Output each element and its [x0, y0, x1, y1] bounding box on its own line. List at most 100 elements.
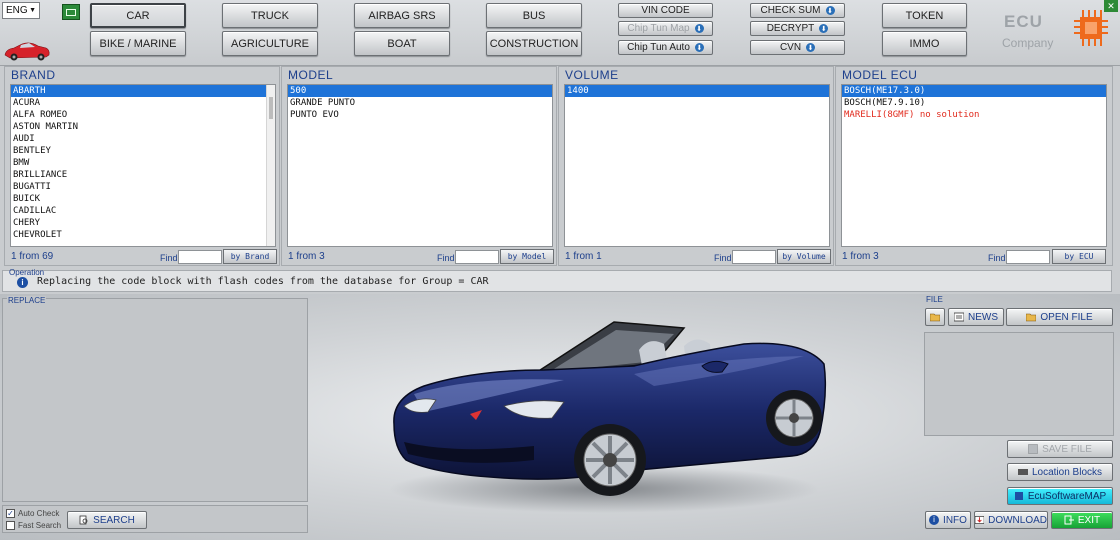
language-select[interactable]: ENG ▼: [2, 2, 40, 19]
model-find-label: Find: [437, 253, 455, 263]
chip-tun-auto-button[interactable]: Chip Tun Auto ⬇: [618, 40, 713, 55]
location-blocks-button[interactable]: Location Blocks: [1007, 463, 1113, 481]
model-panel-title: MODEL: [288, 68, 334, 82]
chevron-down-icon: ▼: [29, 7, 36, 14]
save-file-button[interactable]: SAVE FILE: [1007, 440, 1113, 458]
search-options: ✓ Auto Check Fast Search SEARCH: [2, 505, 308, 533]
category-agriculture-label: AGRICULTURE: [230, 37, 310, 50]
download-icon: [975, 515, 985, 525]
category-airbag-button[interactable]: AIRBAG SRS: [354, 3, 450, 28]
volume-count: 1 from 1: [565, 251, 602, 262]
auto-check-label: Auto Check: [18, 509, 60, 518]
news-button[interactable]: NEWS: [948, 308, 1004, 326]
download-label: DOWNLOAD: [988, 514, 1047, 526]
list-item[interactable]: BUGATTI: [11, 181, 275, 193]
volume-panel-title: VOLUME: [565, 68, 619, 82]
category-construction-button[interactable]: CONSTRUCTION: [486, 31, 582, 56]
operation-bar: Operation i Replacing the code block wit…: [2, 268, 1112, 292]
brand-panel-title: BRAND: [11, 68, 56, 82]
immo-button[interactable]: IMMO: [882, 31, 967, 56]
list-item[interactable]: MARELLI(8GMF) no solution: [842, 109, 1106, 121]
category-bike-marine-button[interactable]: BIKE / MARINE: [90, 31, 186, 56]
info-button[interactable]: i INFO: [925, 511, 971, 529]
volume-list[interactable]: 1400: [564, 84, 830, 247]
find-by-ecu-label: by ECU: [1064, 252, 1094, 261]
download-arrow-icon: ⬇: [694, 24, 704, 33]
token-button[interactable]: TOKEN: [882, 3, 967, 28]
category-bus-button[interactable]: BUS: [486, 3, 582, 28]
ecu-find-input[interactable]: [1006, 250, 1050, 264]
folder-open-icon: [1026, 313, 1037, 322]
category-car-button[interactable]: CAR: [90, 3, 186, 28]
checkbox-empty: [6, 521, 15, 530]
decrypt-button[interactable]: DECRYPT ⬇: [750, 21, 845, 36]
list-item[interactable]: ABARTH: [11, 85, 275, 97]
ecu-list[interactable]: BOSCH(ME17.3.0) BOSCH(ME7.9.10) MARELLI(8G…: [841, 84, 1107, 247]
brand-list-scrollbar[interactable]: [266, 85, 275, 246]
checkmark-icon: ✓: [6, 509, 15, 518]
screen-icon[interactable]: [62, 4, 80, 20]
list-item[interactable]: BENTLEY: [11, 145, 275, 157]
folder-button[interactable]: [925, 308, 945, 326]
category-truck-button[interactable]: TRUCK: [222, 3, 318, 28]
list-item[interactable]: 1400: [565, 85, 829, 97]
list-item[interactable]: BMW: [11, 157, 275, 169]
search-doc-icon: [79, 515, 88, 525]
red-car-icon: [4, 42, 50, 61]
logo-line2: Company: [1002, 36, 1054, 50]
list-item[interactable]: ASTON MARTIN: [11, 121, 275, 133]
list-item[interactable]: BOSCH(ME17.3.0): [842, 85, 1106, 97]
category-boat-button[interactable]: BOAT: [354, 31, 450, 56]
category-airbag-label: AIRBAG SRS: [368, 9, 436, 22]
decrypt-label: DECRYPT: [766, 23, 815, 34]
list-item[interactable]: GRANDE PUNTO: [288, 97, 552, 109]
exit-icon: [1064, 515, 1074, 525]
list-item[interactable]: CADILLAC: [11, 205, 275, 217]
list-item[interactable]: BOSCH(ME7.9.10): [842, 97, 1106, 109]
file-info-box: [924, 332, 1114, 436]
list-item[interactable]: AUDI: [11, 133, 275, 145]
category-construction-label: CONSTRUCTION: [489, 37, 579, 50]
save-disk-icon: [1028, 444, 1038, 454]
find-by-volume-button[interactable]: by Volume: [777, 249, 831, 264]
ecu-company-logo: ECU Company: [1000, 2, 1115, 62]
list-item[interactable]: ACURA: [11, 97, 275, 109]
find-by-model-button[interactable]: by Model: [500, 249, 554, 264]
download-button[interactable]: DOWNLOAD: [974, 511, 1048, 529]
cvn-button[interactable]: CVN ⬇: [750, 40, 845, 55]
brand-list[interactable]: ABARTH ACURA ALFA ROMEO ASTON MARTIN AUDI BEN…: [10, 84, 276, 247]
volume-find-label: Find: [714, 253, 732, 263]
exit-button[interactable]: EXIT: [1051, 511, 1113, 529]
find-by-brand-button[interactable]: by Brand: [223, 249, 277, 264]
vin-code-button[interactable]: VIN CODE: [618, 3, 713, 18]
ecu-panel: MODEL ECU BOSCH(ME17.3.0) BOSCH(ME7.9.10)…: [835, 66, 1113, 266]
list-item[interactable]: BUICK: [11, 193, 275, 205]
auto-check-checkbox[interactable]: ✓ Auto Check: [6, 509, 59, 518]
fast-search-checkbox[interactable]: Fast Search: [6, 521, 61, 530]
list-item[interactable]: ALFA ROMEO: [11, 109, 275, 121]
check-sum-button[interactable]: CHECK SUM ⬇: [750, 3, 845, 18]
operation-text: Replacing the code block with flash code…: [37, 276, 489, 287]
chip-tun-map-button[interactable]: Chip Tun Map ⬇: [618, 21, 713, 36]
close-icon[interactable]: ✕: [1104, 0, 1118, 12]
list-item[interactable]: BRILLIANCE: [11, 169, 275, 181]
category-agriculture-button[interactable]: AGRICULTURE: [222, 31, 318, 56]
list-item[interactable]: CHERY: [11, 217, 275, 229]
volume-find-input[interactable]: [732, 250, 776, 264]
ecu-software-map-button[interactable]: EcuSoftwareMAP: [1007, 487, 1113, 505]
open-file-button[interactable]: OPEN FILE: [1006, 308, 1113, 326]
category-boat-label: BOAT: [387, 37, 417, 50]
volume-panel: VOLUME 1400 1 from 1 Find by Volume: [558, 66, 834, 266]
list-item[interactable]: PUNTO EVO: [288, 109, 552, 121]
model-find-input[interactable]: [455, 250, 499, 264]
brand-find-label: Find: [160, 253, 178, 263]
brand-panel: BRAND ABARTH ACURA ALFA ROMEO ASTON MARTIN A…: [4, 66, 280, 266]
search-button[interactable]: SEARCH: [67, 511, 147, 529]
vin-code-label: VIN CODE: [641, 5, 690, 16]
category-car-label: CAR: [126, 9, 150, 22]
list-item[interactable]: CHEVROLET: [11, 229, 275, 241]
model-list[interactable]: 500 GRANDE PUNTO PUNTO EVO: [287, 84, 553, 247]
find-by-ecu-button[interactable]: by ECU: [1052, 249, 1106, 264]
list-item[interactable]: 500: [288, 85, 552, 97]
brand-find-input[interactable]: [178, 250, 222, 264]
